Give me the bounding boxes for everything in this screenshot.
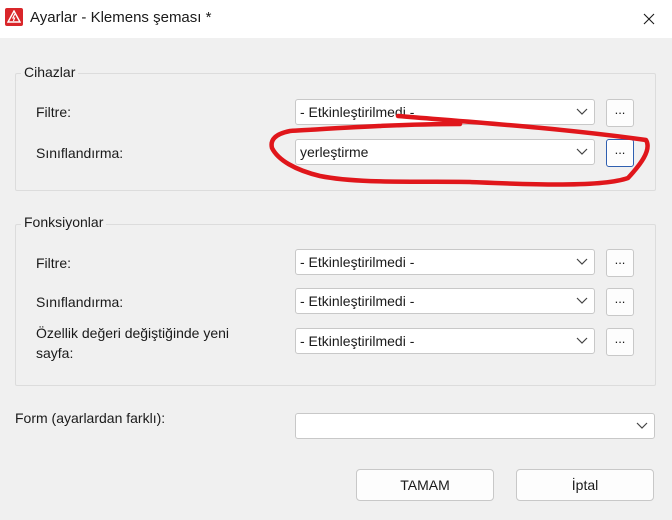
devices-classification-label: Sınıflandırma: <box>36 145 124 161</box>
window-title: Ayarlar - Klemens şeması * <box>30 9 212 26</box>
functions-filter-more-button[interactable]: ... <box>606 249 634 277</box>
functions-new-page-label-line1: Özellik değeri değiştiğinde yeni <box>36 325 229 341</box>
devices-filter-more-button[interactable]: ... <box>606 99 634 127</box>
ok-button[interactable]: TAMAM <box>356 469 494 501</box>
chevron-down-icon <box>576 337 588 344</box>
functions-filter-value: - Etkinleştirilmedi - <box>300 254 415 270</box>
chevron-down-icon <box>576 108 588 115</box>
devices-classification-more-button[interactable]: ... <box>606 139 634 167</box>
chevron-down-icon <box>636 422 648 429</box>
devices-filter-select[interactable]: - Etkinleştirilmedi - <box>295 99 595 125</box>
title-bar: Ayarlar - Klemens şeması * <box>0 0 672 38</box>
functions-classification-label: Sınıflandırma: <box>36 294 124 310</box>
chevron-down-icon <box>576 258 588 265</box>
cancel-button[interactable]: İptal <box>516 469 654 501</box>
functions-classification-select[interactable]: - Etkinleştirilmedi - <box>295 288 595 314</box>
functions-classification-value: - Etkinleştirilmedi - <box>300 293 415 309</box>
functions-new-page-more-button[interactable]: ... <box>606 328 634 356</box>
chevron-down-icon <box>576 297 588 304</box>
functions-new-page-label-line2: sayfa: <box>36 345 74 361</box>
devices-classification-select[interactable]: yerleştirme <box>295 139 595 165</box>
close-button[interactable] <box>626 0 672 38</box>
close-icon <box>643 13 655 25</box>
devices-filter-label: Filtre: <box>36 104 71 120</box>
functions-new-page-value: - Etkinleştirilmedi - <box>300 333 415 349</box>
devices-classification-value: yerleştirme <box>300 144 369 160</box>
devices-group-title: Cihazlar <box>21 64 79 80</box>
app-icon <box>5 8 23 26</box>
chevron-down-icon <box>576 148 588 155</box>
functions-filter-select[interactable]: - Etkinleştirilmedi - <box>295 249 595 275</box>
functions-new-page-select[interactable]: - Etkinleştirilmedi - <box>295 328 595 354</box>
form-select[interactable] <box>295 413 655 439</box>
devices-filter-value: - Etkinleştirilmedi - <box>300 104 415 120</box>
functions-classification-more-button[interactable]: ... <box>606 288 634 316</box>
devices-group <box>15 73 656 191</box>
functions-filter-label: Filtre: <box>36 255 71 271</box>
functions-group-title: Fonksiyonlar <box>21 214 107 230</box>
form-label: Form (ayarlardan farklı): <box>15 410 166 426</box>
